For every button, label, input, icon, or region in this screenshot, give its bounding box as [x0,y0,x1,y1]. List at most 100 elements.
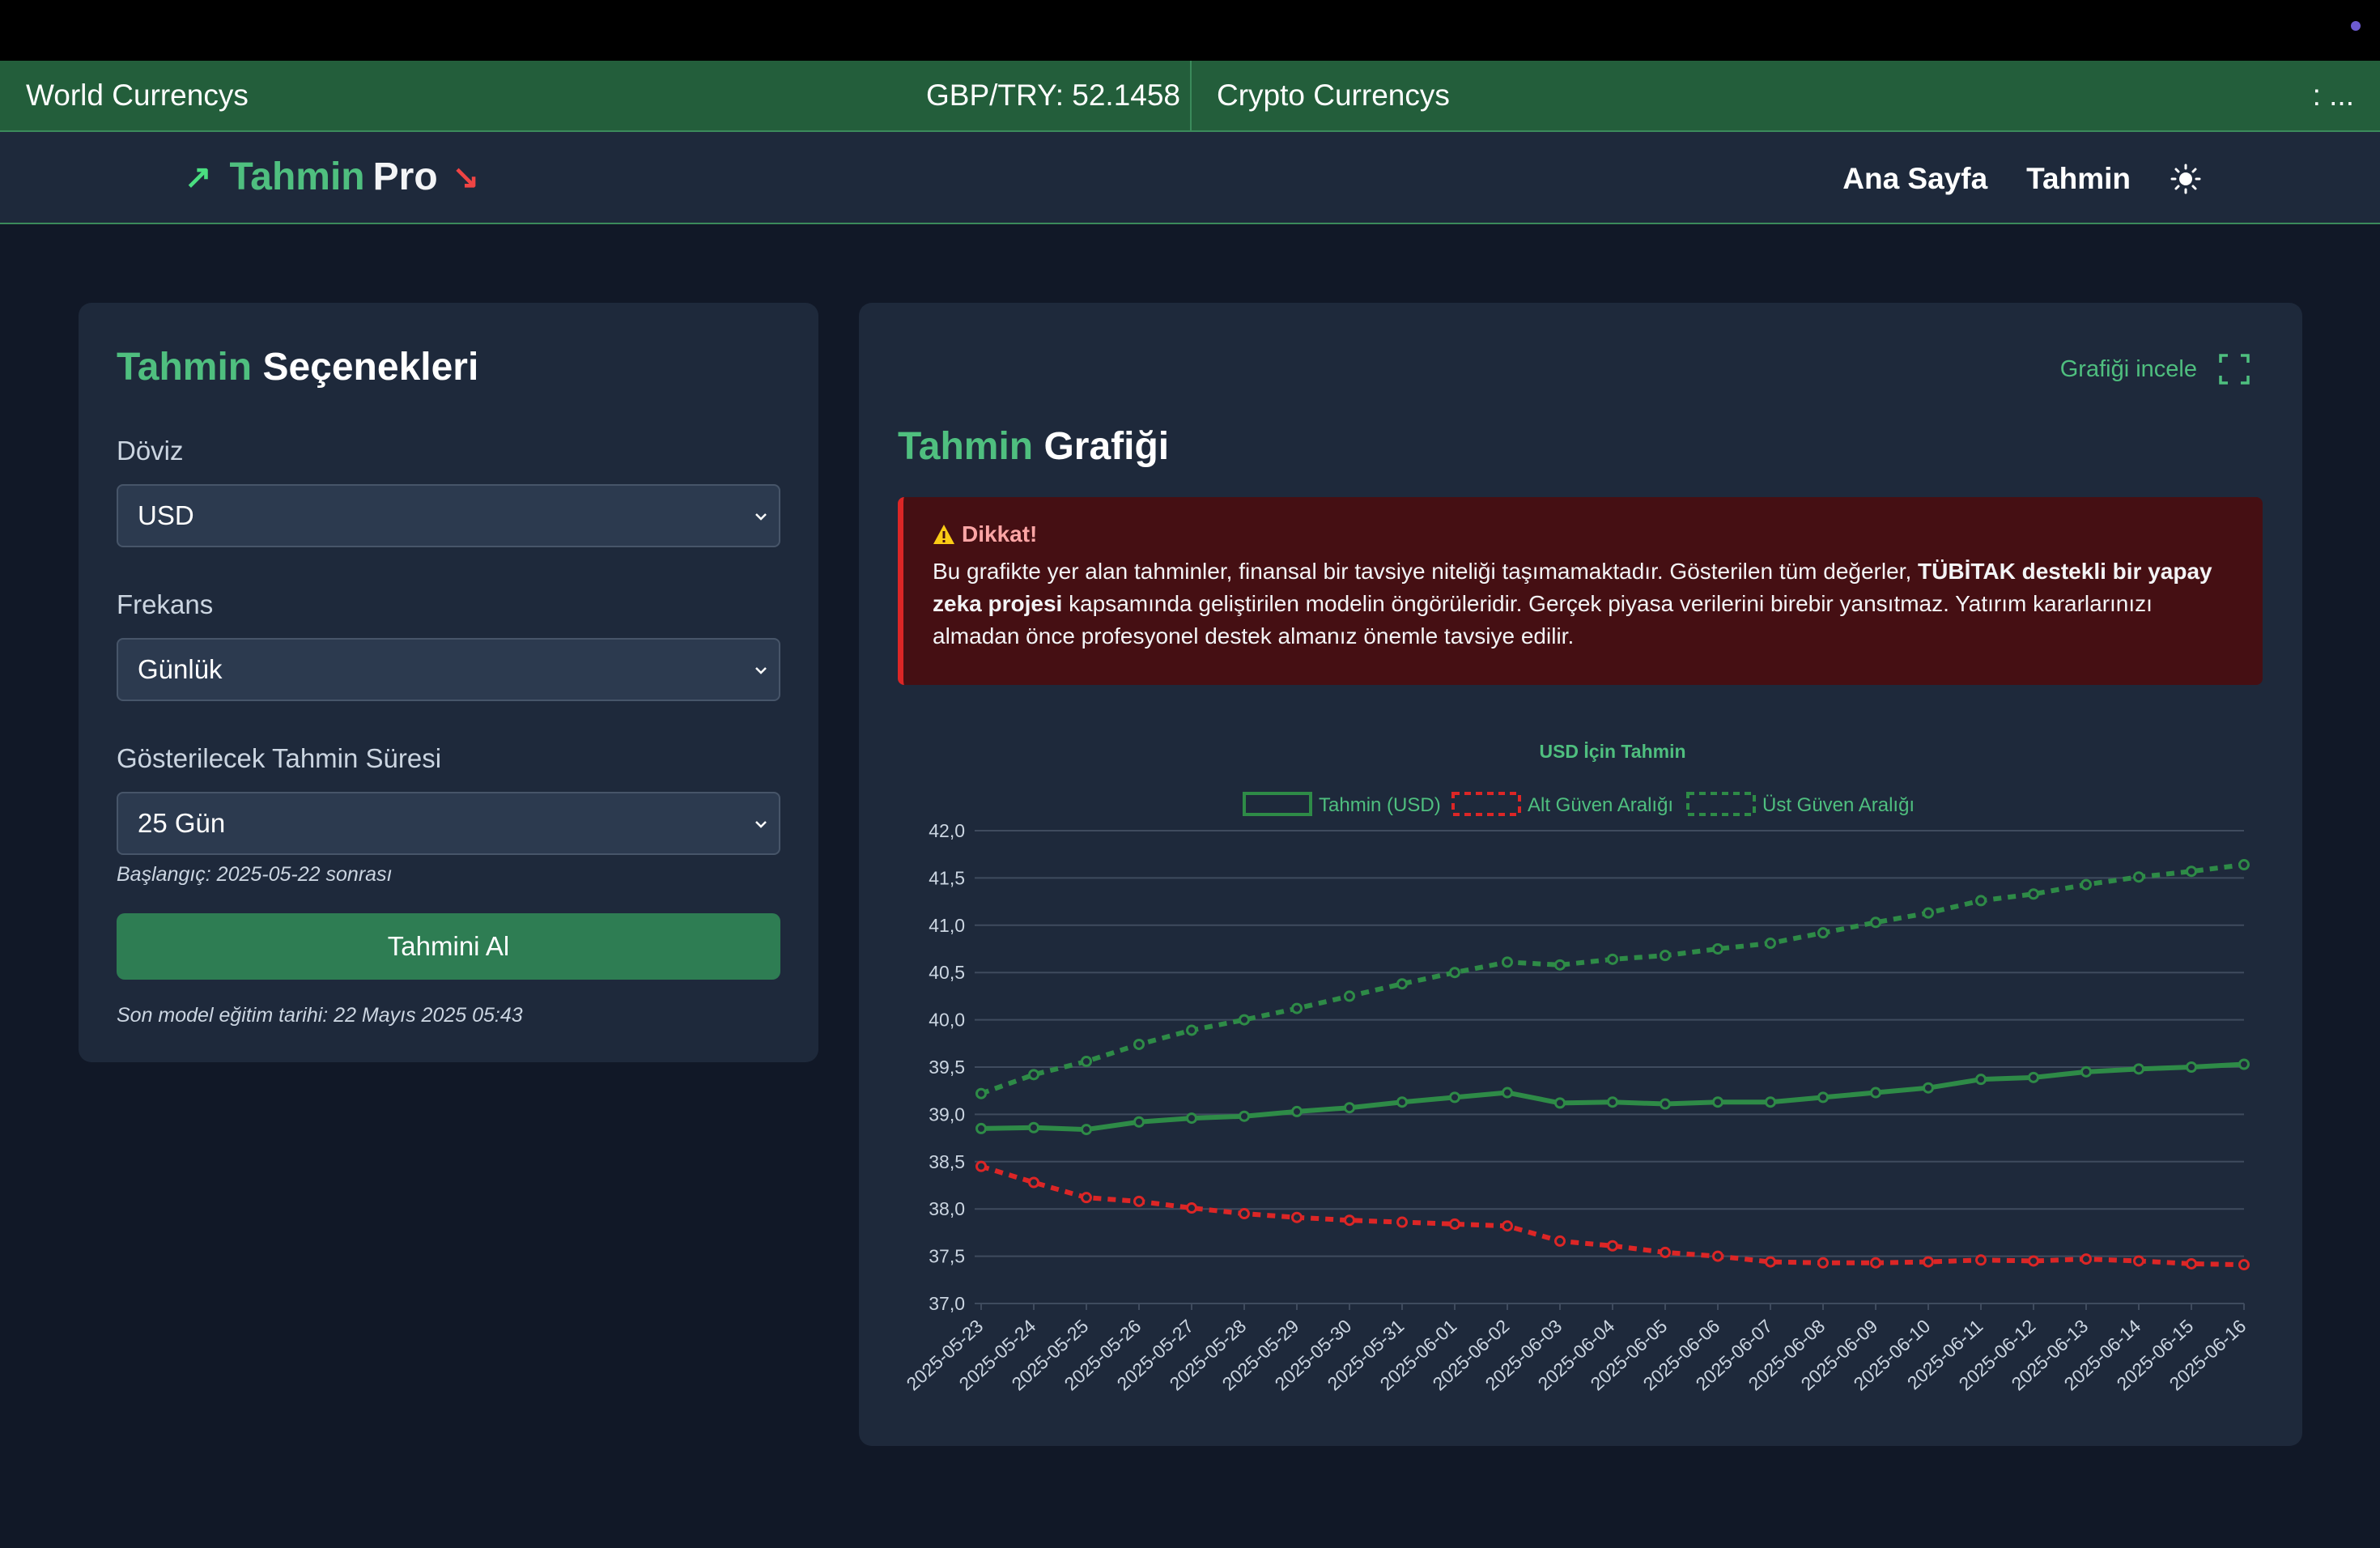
fullscreen-icon [2219,354,2250,385]
point-forecast [1186,1112,1197,1125]
inspect-chart-link[interactable]: Grafiği incele [2060,353,2250,385]
point-upper-bound [1660,950,1671,962]
chevron-down-icon [755,513,767,521]
y-tick-label: 40,0 [929,1010,965,1031]
ticker-rate: GBP/TRY: 52.1458 [926,79,1181,112]
y-tick-label: 39,5 [929,1057,965,1078]
brand-logo[interactable]: ↗ Tahmin Pro ↘ [185,155,479,199]
point-upper-bound [1817,927,1829,939]
alert-body-part-2: kapsamında geliştirilen modelin öngörüle… [933,591,2153,649]
point-upper-bound [2028,888,2039,900]
forecast-chart-panel: USD İçin Tahmin Tahmin (USD) Alt Güven Ara… [859,303,2302,1446]
inspect-chart-label: Grafiği incele [2059,355,2197,382]
point-forecast [1344,1102,1355,1114]
point-lower-bound [1186,1202,1197,1214]
legend-swatch [1243,792,1312,816]
sun-icon[interactable] [2170,163,2202,195]
get-forecast-button[interactable]: Tahmini Al [117,913,780,980]
duration-label: Gösterilecek Tahmin Süresi [117,743,442,773]
duration-select[interactable]: 25 Gün [117,792,780,855]
point-lower-bound [1817,1257,1829,1269]
point-lower-bound [1502,1220,1513,1232]
alert-body-part-1: Bu grafikte yer alan tahminler, finansal… [933,559,1912,584]
alert-title-text: Dikkat! [962,521,1038,546]
forecast-options-panel: Tahmin Seçenekleri Döviz USD Frekans Gün… [79,303,818,1062]
point-lower-bound [2238,1259,2250,1271]
point-upper-bound [1449,967,1460,979]
point-lower-bound [1028,1176,1039,1189]
frequency-label: Frekans [117,589,214,619]
forecast-chart: USD İçin Tahmin Tahmin (USD) Alt Güven Ara… [903,741,2250,1394]
y-tick-label: 37,0 [929,1293,965,1314]
y-tick-label: 41,0 [929,915,965,936]
point-forecast [1870,1087,1881,1099]
point-forecast [2238,1058,2250,1070]
point-lower-bound [1660,1246,1671,1258]
arrow-down-right-icon: ↘ [452,159,480,195]
point-forecast [1712,1096,1723,1108]
point-forecast [1660,1098,1671,1110]
point-upper-bound [1975,895,1987,907]
nav-link-forecast[interactable]: Tahmin [2026,162,2131,196]
model-train-note: Son model eğitim tarihi: 22 Mayıs 2025 0… [117,1004,523,1027]
nav-link-home[interactable]: Ana Sayfa [1842,162,1987,196]
point-lower-bound [1081,1192,1092,1204]
point-upper-bound [2080,878,2092,891]
y-tick-label: 39,0 [929,1104,965,1125]
point-forecast [2080,1065,2092,1078]
frequency-select[interactable]: Günlük [117,638,780,701]
crypto-currencies-label[interactable]: Crypto Currencys [1217,79,1450,113]
legend-label: Üst Güven Aralığı [1762,794,1915,816]
point-upper-bound [1765,937,1776,949]
point-lower-bound [1870,1257,1881,1269]
legend-swatch [1686,792,1756,816]
point-forecast [2186,1061,2197,1073]
start-date-note: Başlangıç: 2025-05-22 sonrası [117,863,393,886]
y-tick-label: 40,5 [929,962,965,983]
point-forecast [1133,1116,1145,1128]
point-upper-bound [1239,1014,1250,1026]
point-forecast [2133,1063,2144,1075]
disclaimer-alert: Dikkat! Bu grafikte yer alan tahminler, … [898,497,2263,685]
point-forecast [1923,1082,1934,1094]
world-currencies-label[interactable]: World Currencys [26,79,249,113]
y-tick-label: 42,0 [929,820,965,841]
point-forecast [1975,1074,1987,1086]
alert-title: Dikkat! [933,521,2233,547]
duration-select-value: 25 Gün [138,808,226,838]
point-lower-bound [1765,1256,1776,1268]
point-upper-bound [1712,943,1723,955]
warning-icon [933,525,954,544]
point-upper-bound [1607,953,1618,965]
point-lower-bound [2186,1257,2197,1269]
point-upper-bound [1028,1069,1039,1081]
point-lower-bound [1396,1216,1408,1228]
point-upper-bound [1133,1038,1145,1050]
y-tick-label: 38,0 [929,1198,965,1219]
series-line-upper-bound [980,862,2245,1096]
point-forecast [1396,1096,1408,1108]
graph-title-accent: Tahmin [898,425,1034,468]
point-upper-bound [2238,859,2250,871]
point-forecast [975,1122,987,1134]
status-dot-icon [2351,21,2361,31]
point-upper-bound [2186,865,2197,878]
point-lower-bound [1239,1208,1250,1220]
ticker-more: : ... [2312,79,2354,112]
graph-title: Tahmin Grafiği [898,424,1169,469]
point-forecast [1028,1121,1039,1133]
point-forecast [1081,1124,1092,1136]
point-lower-bound [1449,1218,1460,1230]
point-forecast [2028,1071,2039,1083]
point-upper-bound [1081,1055,1092,1067]
currency-select[interactable]: USD [117,484,780,547]
y-tick-label: 38,5 [929,1151,965,1172]
nav-links: Ana Sayfa Tahmin [1842,156,2380,202]
chevron-down-icon [755,667,767,674]
point-forecast [1765,1096,1776,1108]
point-lower-bound [1923,1256,1934,1268]
point-upper-bound [1502,956,1513,968]
point-forecast [1502,1087,1513,1099]
point-forecast [1449,1091,1460,1104]
point-upper-bound [1554,959,1566,971]
